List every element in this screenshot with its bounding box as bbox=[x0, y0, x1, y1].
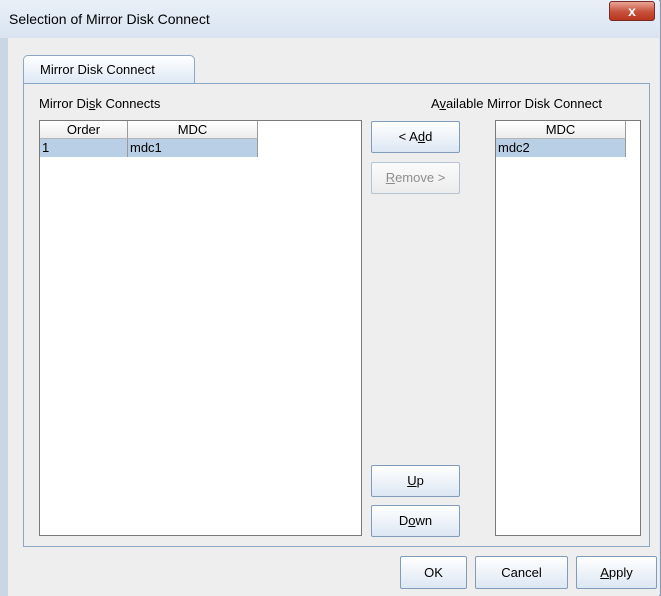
mirror-disk-connects-table[interactable]: Order MDC 1 mdc1 bbox=[39, 120, 362, 536]
available-mdc-label: Available Mirror Disk Connect bbox=[431, 96, 602, 111]
ok-button[interactable]: OK bbox=[400, 556, 467, 589]
table-cell-mdc[interactable]: mdc2 bbox=[496, 139, 626, 157]
add-button[interactable]: < Add bbox=[371, 121, 460, 153]
column-header-mdc[interactable]: MDC bbox=[496, 121, 626, 139]
tab-mirror-disk-connect[interactable]: Mirror Disk Connect bbox=[23, 55, 195, 83]
remove-button[interactable]: Remove > bbox=[371, 162, 460, 194]
column-header-order[interactable]: Order bbox=[40, 121, 128, 139]
window-left-border bbox=[0, 38, 8, 596]
cancel-button[interactable]: Cancel bbox=[475, 556, 568, 589]
table-cell-order[interactable]: 1 bbox=[40, 139, 128, 157]
column-header-mdc[interactable]: MDC bbox=[128, 121, 258, 139]
mirror-disk-connects-label: Mirror Disk Connects bbox=[39, 96, 161, 111]
window-title: Selection of Mirror Disk Connect bbox=[9, 11, 210, 27]
tab-label: Mirror Disk Connect bbox=[40, 62, 155, 77]
close-icon: x bbox=[628, 3, 636, 19]
apply-button[interactable]: Apply bbox=[576, 556, 657, 589]
available-mdc-table[interactable]: MDC mdc2 bbox=[495, 120, 641, 536]
table-cell-mdc[interactable]: mdc1 bbox=[128, 139, 258, 157]
close-button[interactable]: x bbox=[609, 1, 655, 21]
up-button[interactable]: Up bbox=[371, 465, 460, 497]
down-button[interactable]: Down bbox=[371, 505, 460, 537]
title-bar[interactable]: Selection of Mirror Disk Connect x bbox=[0, 0, 659, 38]
